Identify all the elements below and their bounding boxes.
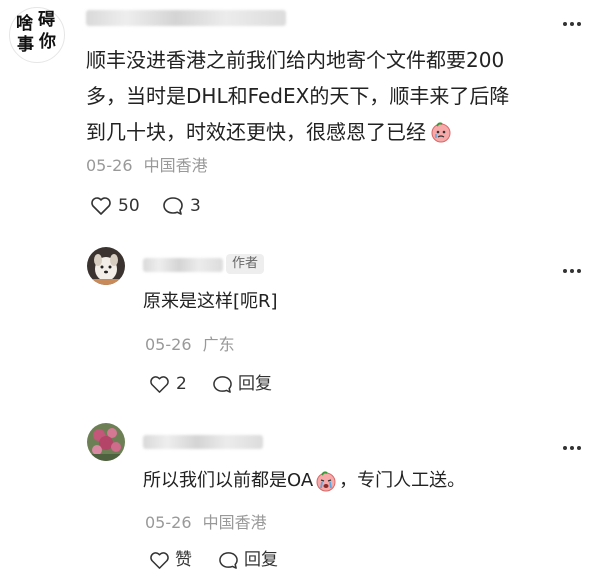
more-dots-icon <box>563 269 581 273</box>
like-button[interactable]: 50 <box>90 196 140 216</box>
reply-more-options-button[interactable] <box>562 259 582 278</box>
reply-like-label: 赞 <box>175 550 192 570</box>
reply-location: 广东 <box>202 335 235 354</box>
reply-button[interactable]: 回复 <box>218 550 278 570</box>
commenter-avatar[interactable]: 啥 碍 事 你 <box>9 7 65 63</box>
reply-text: 所以我们以前都是OA ，专门人工送。 <box>143 468 465 494</box>
commenter-name-blurred[interactable] <box>86 10 286 26</box>
reply-meta: 05-26 中国香港 <box>145 513 267 533</box>
comment-line-text: 到几十块，时效还更快，很感恩了已经 <box>86 120 426 144</box>
heart-icon <box>91 197 111 215</box>
comment-line: 到几十块，时效还更快，很感恩了已经 <box>86 114 596 150</box>
reply-author-name-blurred[interactable] <box>143 435 263 449</box>
like-count: 50 <box>118 196 140 216</box>
reply-label: 回复 <box>244 550 278 570</box>
reply-count-button[interactable]: 3 <box>162 196 201 216</box>
reply-author-avatar[interactable] <box>87 423 125 461</box>
heart-icon <box>150 375 169 393</box>
avatar-char: 啥 <box>16 14 33 34</box>
sad-face-emoji-icon <box>431 122 451 143</box>
reply-date: 05-26 <box>145 513 192 532</box>
reply-text-part: ，专门人工送。 <box>339 470 466 491</box>
comment-line: 顺丰没进香港之前我们给内地寄个文件都要200 <box>86 48 505 72</box>
reply-more-options-button[interactable] <box>562 436 582 455</box>
reply-like-button[interactable]: 2 <box>149 374 187 394</box>
reply-author-avatar[interactable] <box>87 247 125 285</box>
dog-avatar-image <box>87 247 125 285</box>
reply-date: 05-26 <box>145 335 192 354</box>
comment-bubble-icon <box>219 551 238 569</box>
reply-like-count: 2 <box>176 374 187 394</box>
avatar-char: 事 <box>17 35 34 55</box>
comment-meta: 05-26 中国香港 <box>86 156 208 176</box>
comment-line: 多，当时是DHL和FedEX的天下，顺丰来了后降 <box>86 84 510 108</box>
avatar-char: 碍 <box>38 10 55 30</box>
reply-count: 3 <box>190 196 201 216</box>
flower-avatar-image <box>87 423 125 461</box>
comment-bubble-icon <box>213 375 232 393</box>
reply-text: 原来是这样[呃R] <box>143 291 278 312</box>
comment-text: 顺丰没进香港之前我们给内地寄个文件都要200 多，当时是DHL和FedEX的天下… <box>86 42 596 150</box>
reply-button[interactable]: 回复 <box>212 374 272 394</box>
avatar-char: 你 <box>39 32 56 52</box>
crying-face-emoji-icon <box>316 471 336 492</box>
reply-label: 回复 <box>238 374 272 394</box>
reply-text-part: 所以我们以前都是OA <box>143 470 314 491</box>
reply-meta: 05-26 广东 <box>145 335 235 355</box>
comment-bubble-icon <box>163 197 183 215</box>
more-options-button[interactable] <box>562 10 582 30</box>
reply-like-button[interactable]: 赞 <box>149 550 192 570</box>
more-dots-icon <box>563 22 581 26</box>
author-tag: 作者 <box>226 254 265 274</box>
comment-date: 05-26 <box>86 156 133 175</box>
more-dots-icon <box>563 446 581 450</box>
heart-icon <box>150 551 169 569</box>
reply-location: 中国香港 <box>202 513 267 532</box>
reply-author-name-blurred[interactable] <box>143 258 223 272</box>
comment-location: 中国香港 <box>143 156 208 175</box>
